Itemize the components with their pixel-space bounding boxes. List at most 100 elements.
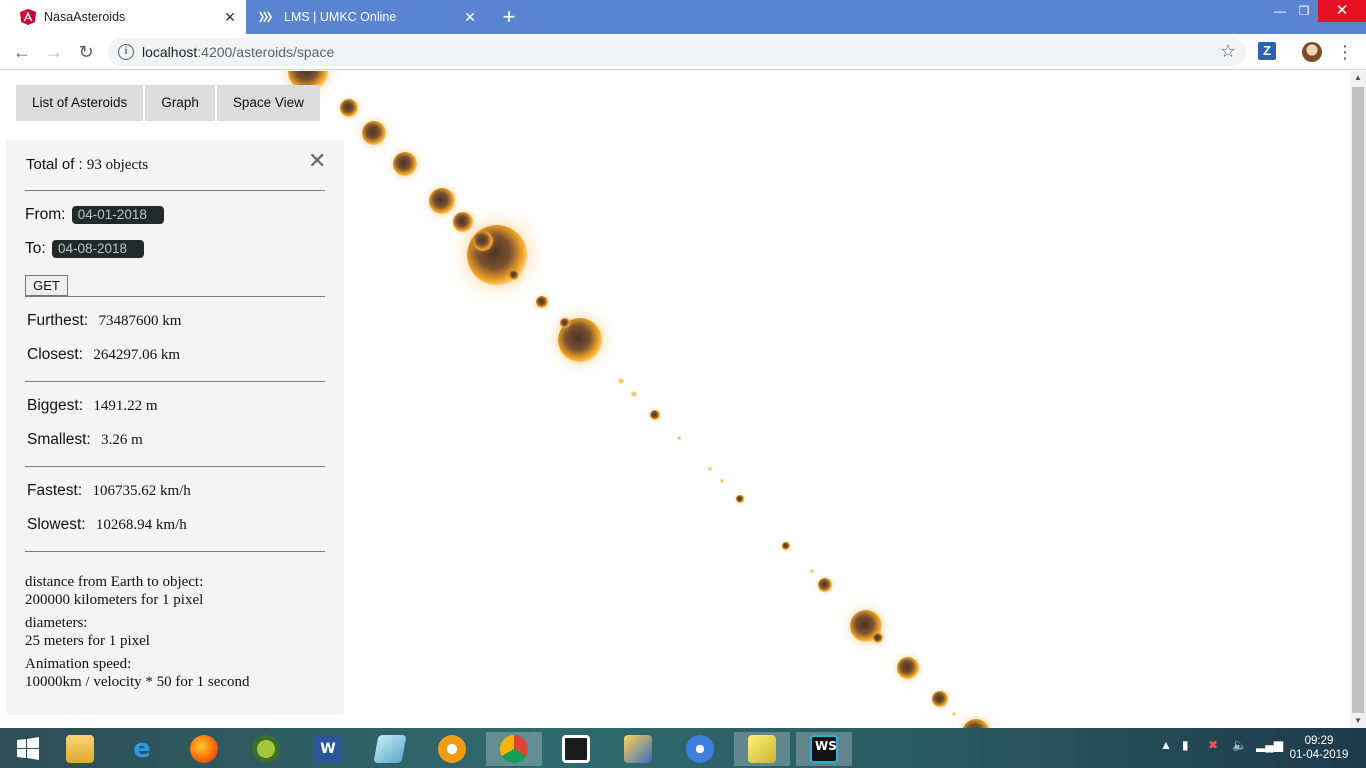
speed-note-text: 10000km / velocity * 50 for 1 second (25, 674, 250, 690)
windows-taskbar: e W WS ▲ ▮ ✖ 🔈 ▂▄▆ 09:29 01-04-2019 (0, 728, 1366, 768)
divider (25, 190, 325, 191)
slowest-row: Slowest: 10268.94 km/h (27, 516, 187, 534)
nav-tab-graph[interactable]: Graph (145, 85, 215, 121)
fastest-label: Fastest: (27, 482, 83, 499)
settings-gear-icon[interactable] (424, 732, 480, 766)
bookmark-star-icon[interactable]: ☆ (1220, 41, 1236, 62)
back-arrow-icon[interactable]: ← (10, 40, 34, 64)
start-button[interactable] (0, 732, 56, 766)
furthest-label: Furthest: (27, 312, 89, 329)
asteroid (362, 121, 386, 145)
asteroid (473, 231, 493, 251)
fastest-value: 106735.62 km/h (92, 483, 191, 499)
from-date-input[interactable]: 04-01-2018 (71, 206, 164, 224)
profile-avatar[interactable] (1302, 42, 1322, 62)
close-panel-icon[interactable]: ✕ (308, 150, 326, 172)
slowest-label: Slowest: (27, 516, 86, 533)
to-row: To: 04-08-2018 (25, 240, 144, 258)
new-tab-button[interactable]: + (498, 6, 520, 28)
webex-icon[interactable] (672, 732, 728, 766)
asteroid (818, 578, 832, 592)
nav-tab-space-view[interactable]: Space View (216, 85, 320, 121)
firefox-icon[interactable] (176, 732, 232, 766)
reload-icon[interactable]: ↻ (74, 40, 98, 64)
lms-icon (259, 11, 272, 23)
close-tab-icon[interactable]: ✕ (462, 9, 478, 25)
asteroid (897, 657, 919, 679)
tray-security-icon[interactable]: ✖ (1208, 738, 1218, 752)
notes-app-icon[interactable] (362, 732, 418, 766)
asteroid (932, 691, 948, 707)
asteroid (708, 467, 712, 471)
asteroid (509, 270, 519, 280)
webstorm-icon[interactable]: WS (796, 732, 852, 766)
network-tool-icon[interactable] (610, 732, 666, 766)
closest-value: 264297.06 km (93, 347, 180, 363)
extension-z-icon[interactable]: Z (1258, 42, 1276, 60)
close-window-icon[interactable]: ✕ (1318, 0, 1366, 22)
distance-note-text: 200000 kilometers for 1 pixel (25, 592, 204, 608)
divider (25, 296, 325, 297)
asteroid (962, 719, 990, 728)
speed-note-title: Animation speed: (25, 656, 132, 672)
speed-note: Animation speed: 10000km / velocity * 50… (25, 655, 250, 691)
tray-device-icon[interactable]: ▮ (1182, 738, 1189, 752)
wifi-signal-icon[interactable]: ▂▄▆ (1256, 738, 1283, 752)
remote-app-icon[interactable] (548, 732, 604, 766)
asteroid (453, 212, 473, 232)
word-icon[interactable]: W (300, 732, 356, 766)
biggest-value: 1491.22 m (93, 398, 158, 414)
restore-icon[interactable]: ❐ (1290, 0, 1318, 22)
slowest-value: 10268.94 km/h (95, 517, 187, 533)
diameter-note-text: 25 meters for 1 pixel (25, 633, 150, 649)
browser-tab-lms[interactable]: LMS | UMKC Online ✕ (248, 0, 488, 34)
get-button[interactable]: GET (25, 275, 68, 296)
asteroid (340, 99, 358, 117)
page-viewport: List of Asteroids Graph Space View Total… (0, 71, 1350, 728)
taskbar-clock[interactable]: 09:29 01-04-2019 (1286, 734, 1352, 762)
info-icon[interactable]: i (118, 44, 134, 60)
furthest-row: Furthest: 73487600 km (27, 312, 181, 330)
clock-date: 01-04-2019 (1289, 749, 1349, 761)
distance-note-title: distance from Earth to object: (25, 574, 204, 590)
page-scrollbar[interactable]: ▲ ▼ (1350, 71, 1366, 728)
windows-logo-icon (17, 737, 39, 760)
address-bar[interactable]: i localhost:4200/asteroids/space ☆ (108, 38, 1246, 66)
url-path: :4200/asteroids/space (197, 44, 335, 60)
forward-arrow-icon[interactable]: → (42, 40, 66, 64)
closest-label: Closest: (27, 346, 83, 363)
closest-row: Closest: 264297.06 km (27, 346, 180, 364)
from-row: From: 04-01-2018 (25, 206, 164, 224)
asteroid (429, 188, 455, 214)
biggest-row: Biggest: 1491.22 m (27, 397, 158, 415)
from-label: From: (25, 206, 66, 224)
tab-title: NasaAsteroids (44, 10, 126, 24)
asteroid (952, 712, 956, 716)
asteroid (873, 633, 883, 643)
scroll-up-arrow-icon[interactable]: ▲ (1350, 71, 1366, 85)
sticky-notes-icon[interactable] (734, 732, 790, 766)
volume-icon[interactable]: 🔈 (1232, 738, 1247, 752)
browser-tab-strip: NasaAsteroids ✕ LMS | UMKC Online ✕ + — … (0, 0, 1366, 34)
diameter-note-title: diameters: (25, 615, 88, 631)
nav-tab-list[interactable]: List of Asteroids (16, 85, 144, 121)
file-explorer-icon[interactable] (52, 732, 108, 766)
asteroid (560, 318, 570, 328)
menu-dots-icon[interactable]: ⋮ (1336, 40, 1354, 64)
internet-explorer-icon[interactable]: e (114, 732, 170, 766)
smallest-label: Smallest: (27, 431, 91, 448)
furthest-value: 73487600 km (98, 313, 182, 329)
biggest-label: Biggest: (27, 397, 84, 414)
scroll-down-arrow-icon[interactable]: ▼ (1350, 714, 1366, 728)
asteroid (810, 569, 814, 573)
android-studio-icon[interactable] (238, 732, 294, 766)
close-tab-icon[interactable]: ✕ (222, 9, 238, 25)
tray-expand-icon[interactable]: ▲ (1160, 738, 1172, 752)
scroll-thumb[interactable] (1352, 87, 1364, 713)
browser-tab-nasaasteroids[interactable]: NasaAsteroids ✕ (0, 0, 246, 34)
chrome-icon[interactable] (486, 732, 542, 766)
angular-icon (20, 9, 36, 25)
to-date-input[interactable]: 04-08-2018 (52, 240, 144, 258)
smallest-row: Smallest: 3.26 m (27, 431, 143, 449)
asteroid (536, 296, 548, 308)
